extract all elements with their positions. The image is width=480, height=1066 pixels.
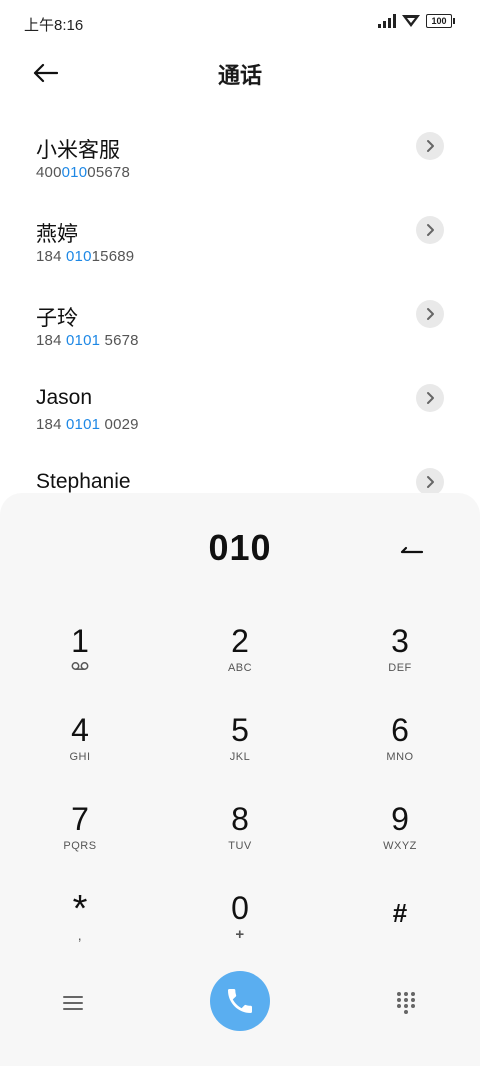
key-1[interactable]: 1 <box>20 621 140 701</box>
contact-detail-button[interactable] <box>416 384 444 412</box>
chevron-right-icon <box>427 476 434 488</box>
contact-number: 40001005678 <box>36 164 130 181</box>
key-0[interactable]: 0 + <box>180 888 300 968</box>
chevron-right-icon <box>427 224 434 236</box>
contact-detail-button[interactable] <box>416 216 444 244</box>
dialpad-grid-icon <box>397 992 415 1014</box>
key-hash[interactable]: # <box>340 893 460 973</box>
contact-detail-button[interactable] <box>416 300 444 328</box>
backspace-icon <box>400 546 424 554</box>
contact-name: 子玲 <box>36 307 78 330</box>
contact-list: 小米客服 40001005678 燕婷 184 01015689 子玲 184 … <box>0 124 480 544</box>
contact-name: Stephanie <box>36 470 131 493</box>
contact-name: 燕婷 <box>36 223 78 246</box>
chevron-right-icon <box>427 392 434 404</box>
key-2[interactable]: 2 ABC <box>180 621 300 701</box>
page-title: 通话 <box>217 63 262 88</box>
voicemail-icon <box>71 662 89 670</box>
status-time: 上午8:16 <box>24 17 84 34</box>
dialpad-toggle-button[interactable] <box>386 983 426 1023</box>
wifi-icon <box>402 15 420 27</box>
contact-detail-button[interactable] <box>416 132 444 160</box>
key-7[interactable]: 7 PQRS <box>20 799 140 879</box>
contact-item[interactable]: Jason 184 0101 0029 <box>0 376 480 460</box>
battery-icon: 100 <box>426 14 455 28</box>
key-5[interactable]: 5 JKL <box>180 710 300 790</box>
status-bar: 上午8:16 100 <box>0 0 480 44</box>
menu-icon <box>63 996 83 1010</box>
backspace-button[interactable] <box>392 537 432 565</box>
key-star[interactable]: * , <box>20 888 140 968</box>
chevron-right-icon <box>427 140 434 152</box>
phone-icon <box>228 989 252 1013</box>
contact-item[interactable]: 子玲 184 0101 5678 <box>0 292 480 376</box>
header: 通话 <box>0 50 480 94</box>
menu-button[interactable] <box>53 983 93 1023</box>
contact-detail-button[interactable] <box>416 468 444 496</box>
contact-number: 184 0101 5678 <box>36 332 139 349</box>
contact-name: 小米客服 <box>36 139 120 162</box>
bottom-bar <box>0 971 480 1035</box>
contact-number: 184 01015689 <box>36 248 135 265</box>
status-icons: 100 <box>378 14 455 28</box>
contact-item[interactable]: 小米客服 40001005678 <box>0 124 480 208</box>
contact-number: 184 0101 0029 <box>36 416 139 433</box>
contact-item[interactable]: 燕婷 184 01015689 <box>0 208 480 292</box>
key-4[interactable]: 4 GHI <box>20 710 140 790</box>
key-8[interactable]: 8 TUV <box>180 799 300 879</box>
key-9[interactable]: 9 WXYZ <box>340 799 460 879</box>
chevron-right-icon <box>427 308 434 320</box>
contact-name: Jason <box>36 386 93 409</box>
dialpad-panel: 010 1 2 ABC 3 DEF 4 GHI 5 JKL 6 MNO 7 PQ… <box>0 493 480 1066</box>
signal-icon <box>378 14 396 28</box>
key-3[interactable]: 3 DEF <box>340 621 460 701</box>
call-button[interactable] <box>210 971 270 1031</box>
key-6[interactable]: 6 MNO <box>340 710 460 790</box>
